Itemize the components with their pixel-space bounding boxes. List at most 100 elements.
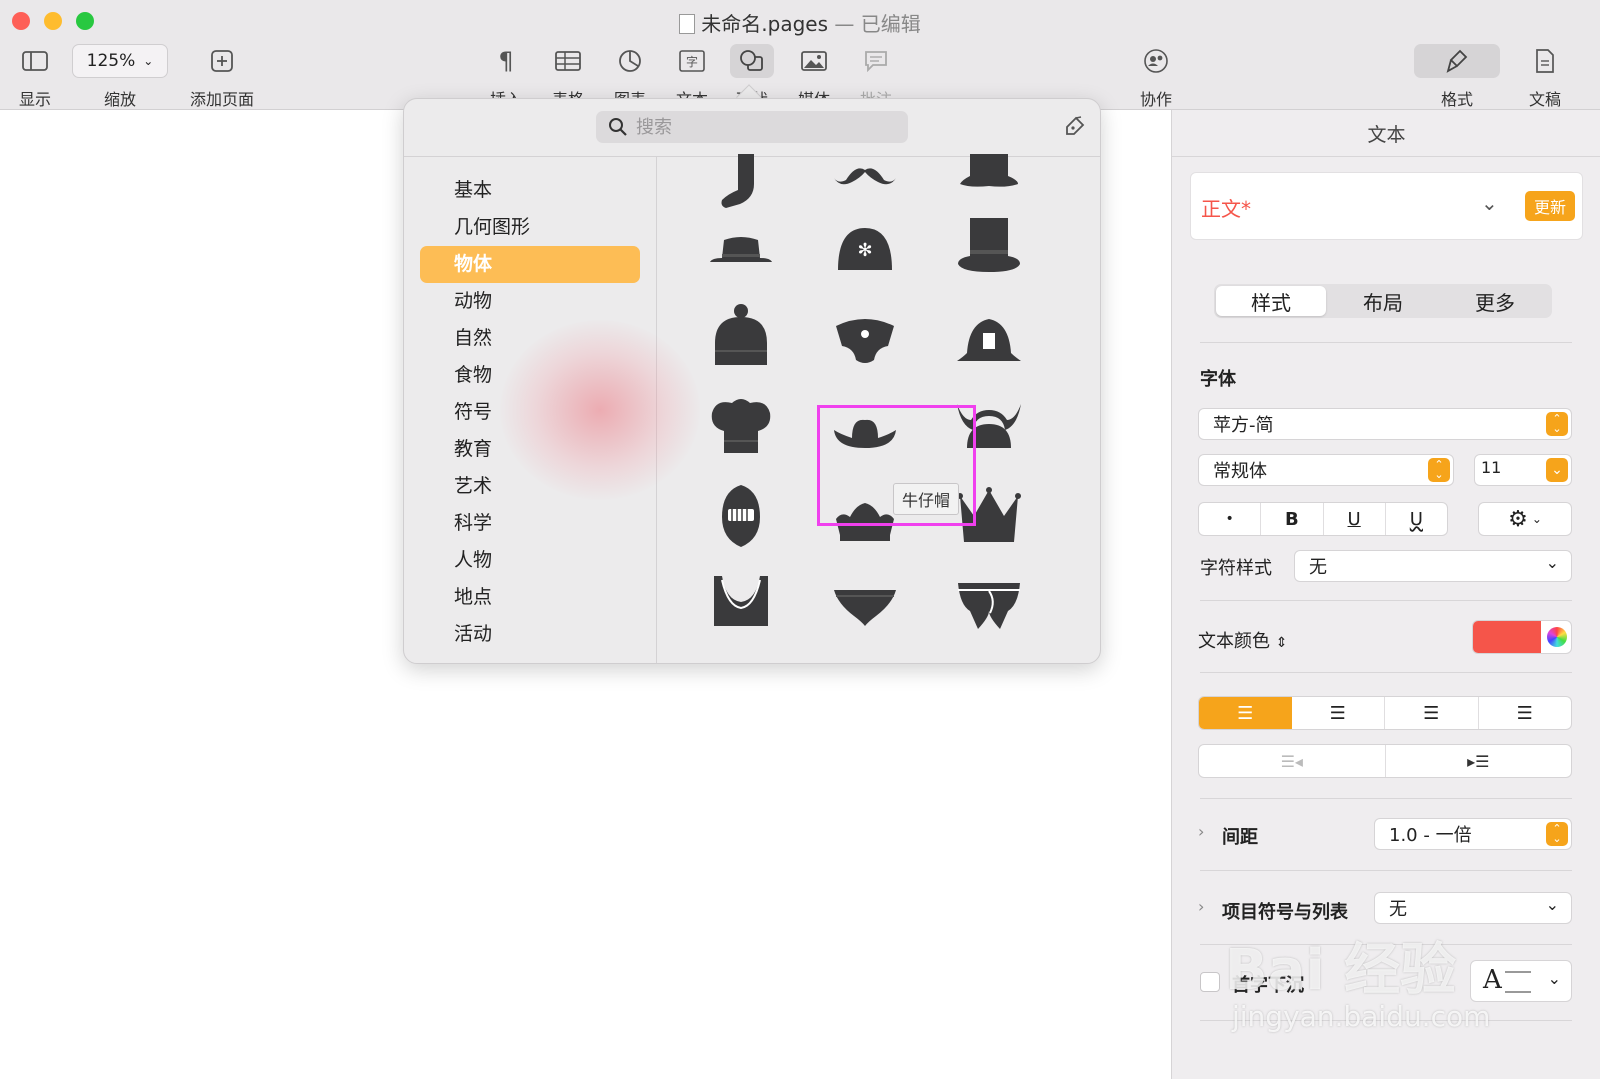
- color-wheel-icon[interactable]: [1547, 627, 1567, 647]
- divider: [1200, 798, 1572, 799]
- category-places[interactable]: 地点: [420, 579, 640, 616]
- drop-cap-checkbox[interactable]: [1200, 972, 1220, 992]
- tab-more[interactable]: 更多: [1440, 286, 1550, 316]
- firefighter-helmet-shape-icon[interactable]: [952, 303, 1026, 377]
- underline-button[interactable]: U: [1324, 503, 1386, 535]
- add-page-label: 添加页面: [189, 90, 254, 109]
- paragraph-style-name: 正文*: [1201, 197, 1251, 221]
- category-people[interactable]: 人物: [420, 542, 640, 579]
- bullets-label: 项目符号与列表: [1222, 902, 1348, 923]
- pilcrow-icon: ¶: [498, 47, 514, 75]
- more-style-button[interactable]: •: [1199, 503, 1262, 535]
- category-objects[interactable]: 物体: [420, 246, 640, 283]
- svg-text:✻: ✻: [857, 240, 872, 261]
- chevron-down-icon: ⌄: [1481, 191, 1498, 215]
- drop-cap-preview-icon: A: [1483, 965, 1502, 995]
- briefs-shape-icon[interactable]: [828, 571, 902, 645]
- category-basic[interactable]: 基本: [420, 172, 640, 209]
- align-center-icon[interactable]: ☰: [1292, 697, 1385, 729]
- bullets-select[interactable]: 无 ⌄: [1374, 892, 1572, 924]
- cursor-highlight-overlay: [500, 320, 700, 500]
- font-style-select[interactable]: 常规体 ⌃ ⌄: [1198, 454, 1454, 486]
- collaborate-icon: [1132, 44, 1180, 78]
- spacing-select[interactable]: 1.0 - 一倍 ⌃ ⌄: [1374, 818, 1572, 850]
- top-hat-shape-icon[interactable]: [952, 209, 1026, 283]
- paintbrush-icon: [1414, 44, 1500, 78]
- police-helmet-shape-icon[interactable]: ✻: [828, 213, 902, 287]
- collaborate-label: 协作: [1139, 90, 1172, 109]
- document-button[interactable]: 文稿: [1520, 44, 1570, 110]
- fedora-hat-shape-icon[interactable]: [704, 215, 778, 289]
- chevron-down-icon: ⌄: [1545, 553, 1559, 572]
- category-animals[interactable]: 动物: [420, 283, 640, 320]
- plus-square-icon: [180, 44, 264, 78]
- svg-text:字: 字: [686, 54, 698, 69]
- category-activities[interactable]: 活动: [420, 616, 640, 653]
- chef-hat-shape-icon[interactable]: [704, 389, 778, 463]
- paragraph-style-selector[interactable]: 正文* ⌄ 更新: [1190, 172, 1583, 240]
- hat-brim-shape-icon[interactable]: [952, 137, 1026, 211]
- sports-bra-shape-icon[interactable]: [704, 565, 778, 639]
- category-science[interactable]: 科学: [420, 505, 640, 542]
- sock-shape-icon[interactable]: [704, 147, 778, 221]
- updown-icon: ⇕: [1275, 635, 1288, 651]
- divider: [1200, 870, 1572, 871]
- watermark-logo: Bai 经验: [1225, 938, 1457, 1003]
- spacing-value: 1.0 - 一倍: [1389, 825, 1472, 846]
- align-left-icon[interactable]: ☰: [1199, 697, 1292, 729]
- knight-helmet-shape-icon[interactable]: [704, 479, 778, 553]
- zoom-caption: 缩放: [72, 78, 168, 110]
- disclosure-icon[interactable]: ›: [1198, 822, 1204, 841]
- updown-icon: ⌃ ⌄: [1428, 458, 1450, 482]
- increase-indent-icon[interactable]: ▸☰: [1386, 745, 1572, 777]
- zoom-select[interactable]: 125% ⌄: [72, 44, 168, 78]
- font-size-field[interactable]: 11 ⌄: [1474, 454, 1572, 486]
- strikethrough-button[interactable]: U: [1386, 503, 1447, 535]
- text-color-label-text: 文本颜色: [1198, 631, 1270, 652]
- update-button[interactable]: 更新: [1525, 191, 1575, 221]
- char-style-select[interactable]: 无 ⌄: [1294, 550, 1572, 582]
- gear-icon: ⚙: [1508, 506, 1528, 532]
- search-icon: [608, 117, 628, 141]
- tab-layout[interactable]: 布局: [1328, 286, 1438, 316]
- category-geometry[interactable]: 几何图形: [420, 209, 640, 246]
- zoom-label: 缩放: [103, 90, 136, 109]
- shape-tooltip: 牛仔帽: [893, 483, 960, 515]
- boxer-briefs-shape-icon[interactable]: [952, 569, 1026, 643]
- document-icon: [1520, 44, 1570, 78]
- pen-tool-icon[interactable]: [1062, 115, 1086, 143]
- align-right-icon[interactable]: ☰: [1385, 697, 1479, 729]
- text-style-buttons: • B U U: [1198, 502, 1448, 536]
- tab-bar: 样式 布局 更多: [1214, 284, 1552, 318]
- format-button[interactable]: 格式: [1414, 44, 1500, 110]
- font-family-select[interactable]: 苹方-简 ⌃ ⌄: [1198, 408, 1572, 440]
- comment-icon: [854, 44, 898, 78]
- police-cap-shape-icon[interactable]: [828, 303, 902, 377]
- add-page-button[interactable]: 添加页面: [180, 44, 264, 110]
- spacing-label: 间距: [1222, 827, 1258, 848]
- shape-icon: [730, 44, 774, 78]
- watermark-url: jingyan.baidu.com: [1232, 1000, 1491, 1033]
- document-icon: [679, 14, 696, 34]
- justify-icon[interactable]: ☰: [1479, 697, 1572, 729]
- chevron-down-icon: ⌄: [1546, 458, 1568, 482]
- drop-cap-style-select[interactable]: A ⌄: [1470, 960, 1572, 1002]
- pie-chart-icon: [608, 44, 652, 78]
- advanced-options-button[interactable]: ⚙ ⌄: [1478, 502, 1572, 536]
- collaborate-button[interactable]: 协作: [1132, 44, 1180, 110]
- view-button[interactable]: 显示: [12, 44, 58, 110]
- chevron-down-icon: ⌄: [1547, 969, 1561, 988]
- text-color-label: 文本颜色 ⇕: [1198, 627, 1287, 653]
- edited-status: 已编辑: [860, 12, 921, 36]
- text-color-well[interactable]: [1472, 620, 1572, 654]
- bold-button[interactable]: B: [1261, 503, 1324, 535]
- decrease-indent-icon[interactable]: ☰◂: [1199, 745, 1386, 777]
- lines-icon: [1505, 971, 1531, 993]
- chevron-down-icon: ⌄: [143, 54, 154, 68]
- disclosure-icon[interactable]: ›: [1198, 897, 1204, 916]
- tab-style[interactable]: 样式: [1216, 286, 1326, 316]
- beanie-shape-icon[interactable]: [704, 299, 778, 373]
- mustache-shape-icon[interactable]: [828, 137, 902, 211]
- view-label: 显示: [18, 90, 51, 109]
- text-box-icon: 字: [670, 44, 714, 78]
